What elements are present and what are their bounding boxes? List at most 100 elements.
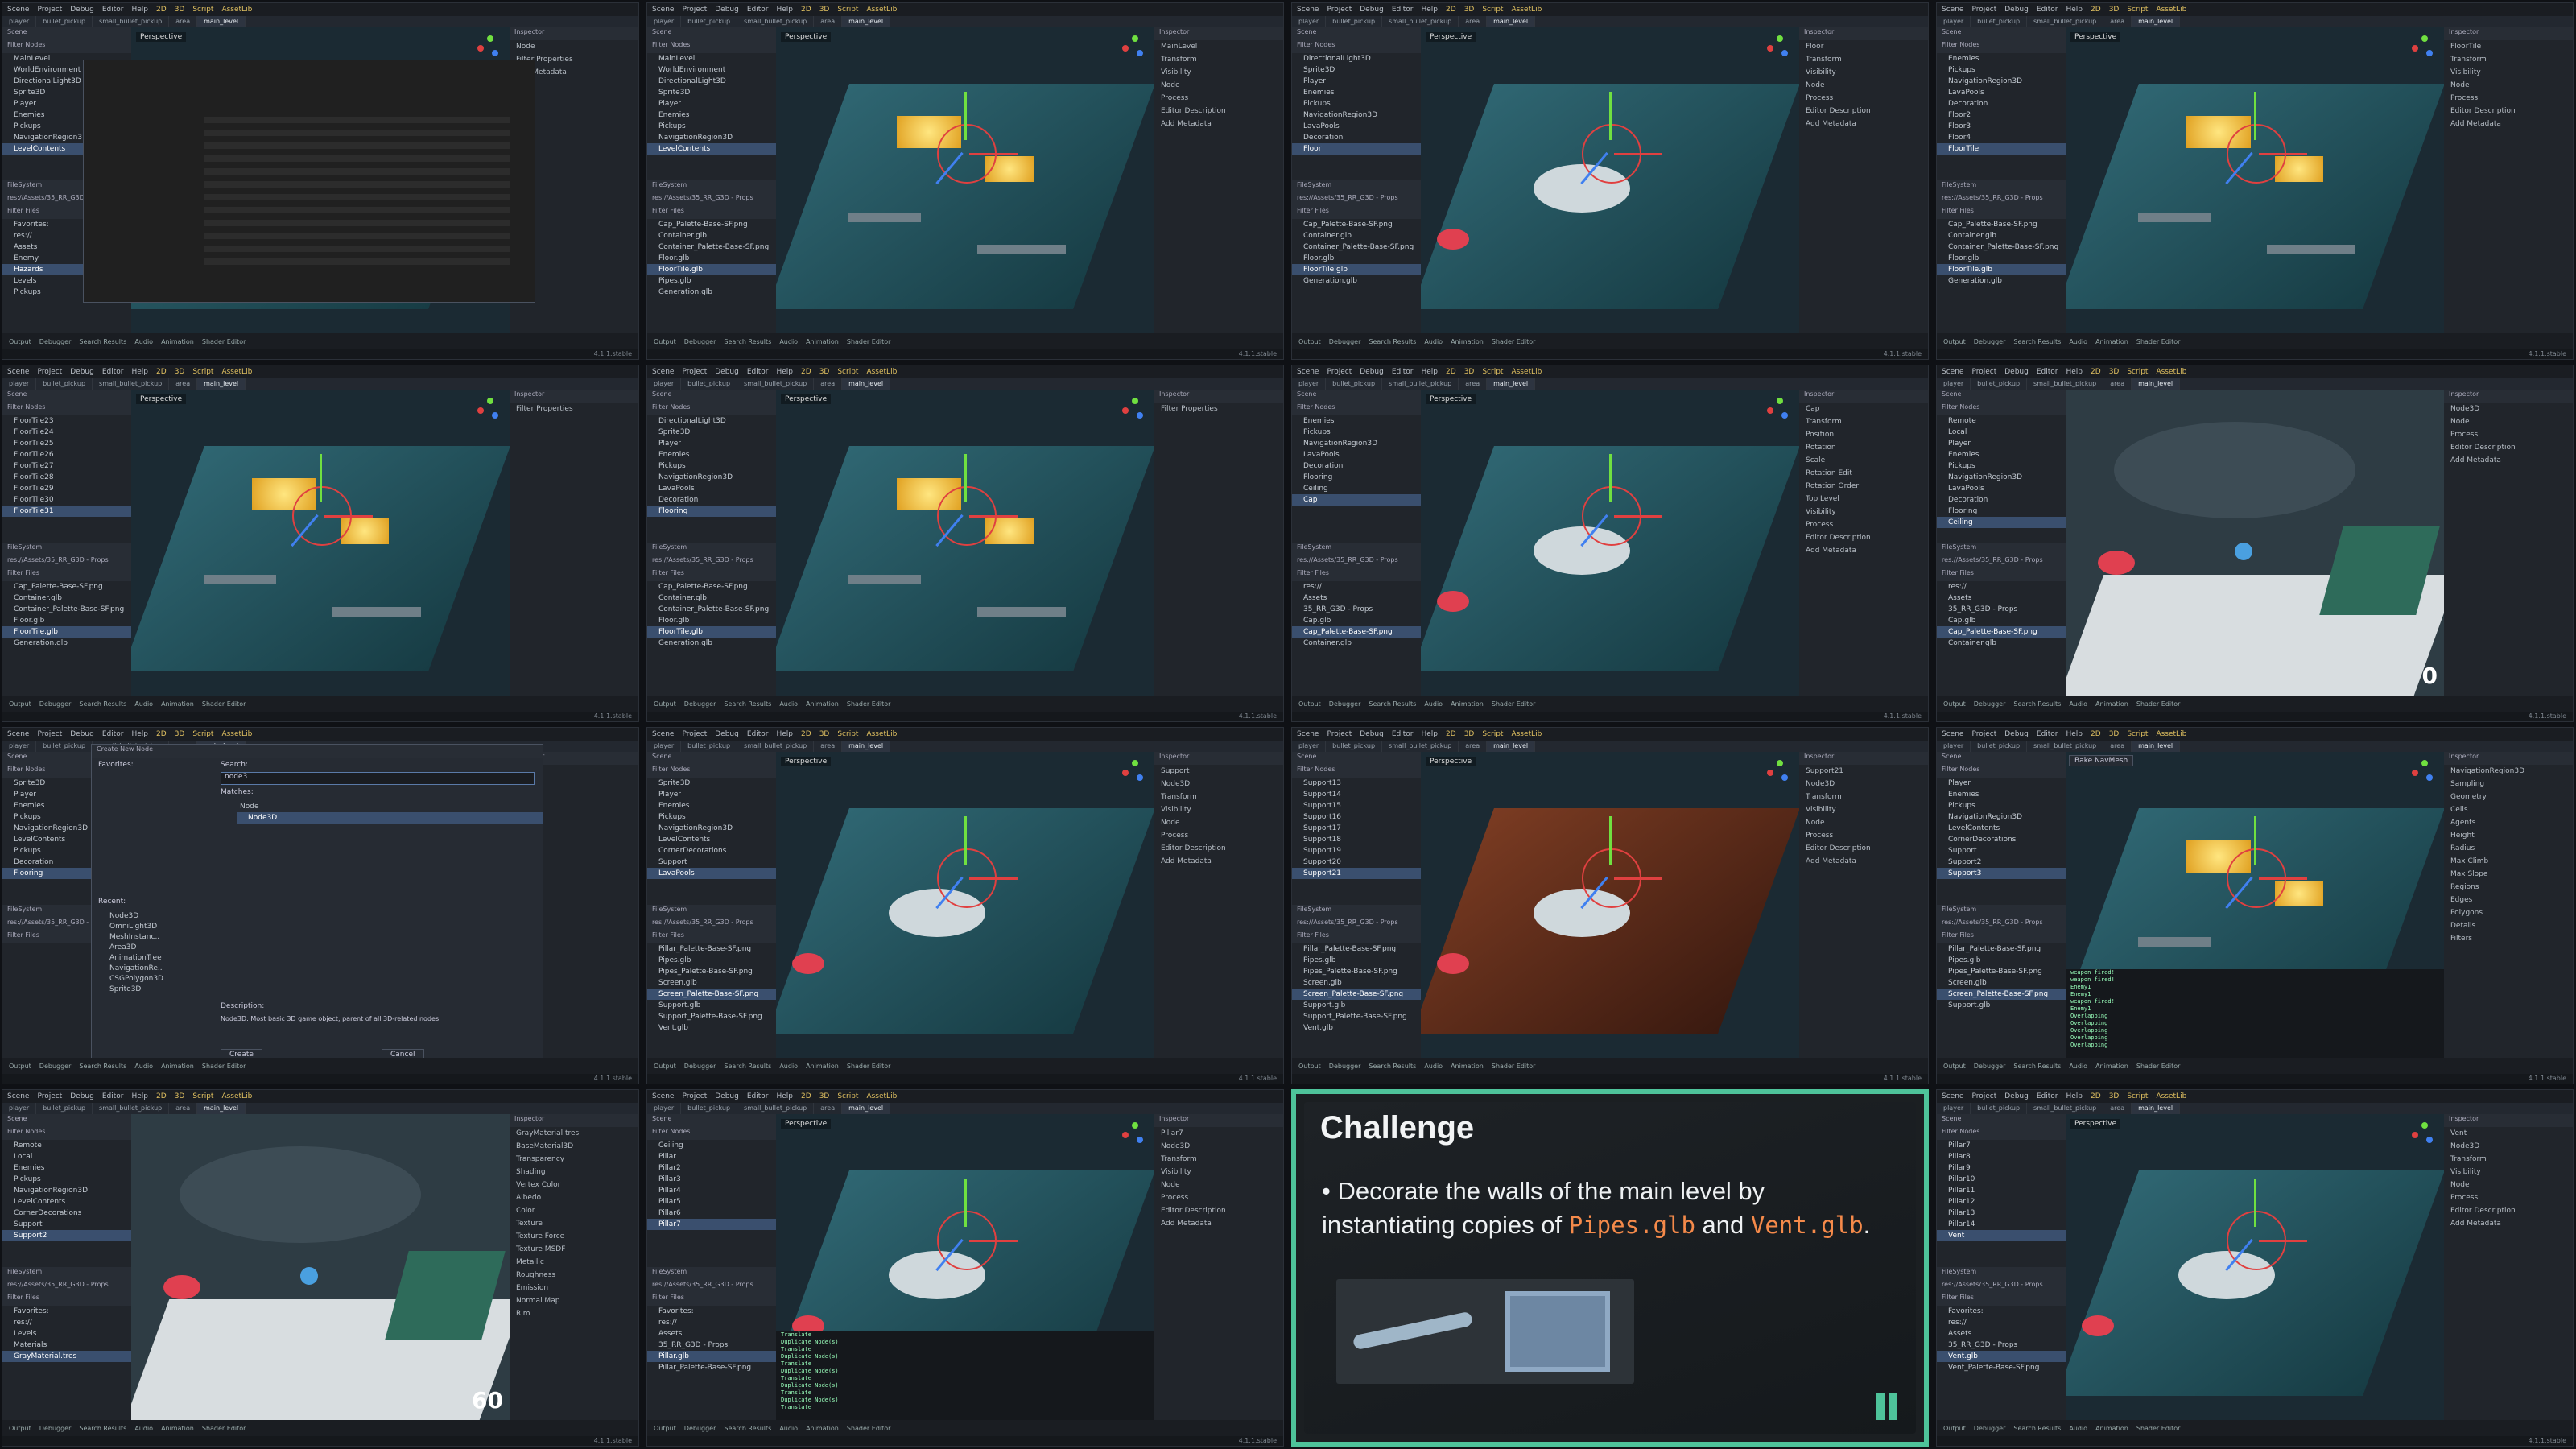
bottom-tab[interactable]: Debugger xyxy=(39,338,72,345)
bottom-tab[interactable]: Output xyxy=(1298,1063,1321,1070)
file-item[interactable]: Screen_Palette-Base-SF.png xyxy=(1937,989,2066,1000)
bake-navmesh-button[interactable]: Bake NavMesh xyxy=(2069,755,2134,766)
inspector-row[interactable]: Process xyxy=(1154,829,1283,842)
scene-tree-item[interactable]: MainLevel xyxy=(647,53,776,64)
bottom-tab[interactable]: Animation xyxy=(2095,1425,2128,1432)
scene-tree-item[interactable]: LavaPools xyxy=(1292,121,1421,132)
inspector-row[interactable]: Polygons xyxy=(2444,906,2573,919)
scene-tree-item[interactable]: FloorTile25 xyxy=(2,438,131,449)
recent-item[interactable]: OmniLight3D xyxy=(98,921,219,932)
menu-item[interactable]: Editor xyxy=(2037,1092,2058,1100)
inspector-row[interactable]: Top Level xyxy=(1799,493,1928,506)
inspector-row[interactable]: Floor xyxy=(1799,40,1928,53)
inspector-row[interactable]: Process xyxy=(2444,92,2573,105)
recent-item[interactable]: MeshInstanc.. xyxy=(98,931,219,943)
inspector-row[interactable]: Radius xyxy=(2444,842,2573,855)
scene-tab[interactable]: player xyxy=(1937,378,1971,390)
inspector-row[interactable]: Visibility xyxy=(1154,66,1283,79)
file-item[interactable]: Pillar.glb xyxy=(647,1351,776,1362)
scene-tree-item[interactable]: Support19 xyxy=(1292,845,1421,857)
file-row[interactable] xyxy=(204,246,510,252)
file-item[interactable]: res:// xyxy=(1937,1317,2066,1328)
scene-tab[interactable]: bullet_pickup xyxy=(681,378,738,390)
workspace-mode-button[interactable]: Script xyxy=(1482,6,1503,14)
menu-item[interactable]: Editor xyxy=(2037,6,2058,14)
scene-tree-item[interactable]: Pillar6 xyxy=(647,1208,776,1219)
inspector-row[interactable]: Texture Force xyxy=(510,1230,638,1243)
bottom-tab[interactable]: Output xyxy=(1943,700,1966,708)
scene-tab[interactable]: small_bullet_pickup xyxy=(1382,378,1459,390)
scene-tree-item[interactable]: Support2 xyxy=(1937,857,2066,868)
file-row[interactable] xyxy=(204,258,510,265)
scene-tab[interactable]: bullet_pickup xyxy=(1971,1103,2028,1114)
inspector-row[interactable]: Transform xyxy=(1154,1153,1283,1166)
file-row[interactable] xyxy=(204,194,510,200)
inspector-row[interactable]: Process xyxy=(1154,1191,1283,1204)
inspector-row[interactable]: Normal Map xyxy=(510,1294,638,1307)
scene-tab[interactable]: bullet_pickup xyxy=(681,1103,738,1114)
bottom-tab[interactable]: Debugger xyxy=(1329,1063,1361,1070)
scene-tree-item[interactable]: Remote xyxy=(1937,415,2066,427)
scene-tab[interactable]: player xyxy=(1292,378,1327,390)
bottom-tab[interactable]: Output xyxy=(9,1425,31,1432)
scene-tab[interactable]: area xyxy=(2103,741,2132,752)
menu-item[interactable]: Help xyxy=(132,6,149,14)
scene-tree-item[interactable]: NavigationRegion3D xyxy=(1937,472,2066,483)
inspector-row[interactable]: Editor Description xyxy=(1799,105,1928,118)
scene-tab[interactable]: main_level xyxy=(1487,378,1536,390)
inspector-row[interactable]: Editor Description xyxy=(2444,105,2573,118)
file-item[interactable]: res:// xyxy=(1937,581,2066,592)
workspace-mode-button[interactable]: Script xyxy=(2127,1092,2148,1100)
scene-tree-item[interactable]: Support xyxy=(1937,845,2066,857)
workspace-mode-button[interactable]: AssetLib xyxy=(221,368,252,376)
inspector-row[interactable]: Process xyxy=(1799,829,1928,842)
bottom-tab[interactable]: Audio xyxy=(779,700,798,708)
workspace-mode-button[interactable]: 3D xyxy=(819,368,830,376)
menu-item[interactable]: Help xyxy=(2066,6,2083,14)
bottom-tab[interactable]: Debugger xyxy=(1974,338,2006,345)
inspector-row[interactable]: Process xyxy=(2444,428,2573,441)
inspector-row[interactable]: MainLevel xyxy=(1154,40,1283,53)
menu-item[interactable]: Help xyxy=(1422,6,1439,14)
file-item[interactable]: Favorites: xyxy=(647,1306,776,1317)
inspector-row[interactable]: GrayMaterial.tres xyxy=(510,1127,638,1140)
scene-tree-item[interactable]: Pillar5 xyxy=(647,1196,776,1208)
scene-tab[interactable]: main_level xyxy=(842,741,891,752)
bottom-tab[interactable]: Debugger xyxy=(684,700,716,708)
scene-tree-item[interactable]: Pillar10 xyxy=(1937,1174,2066,1185)
file-item[interactable]: Vent.glb xyxy=(647,1022,776,1034)
menu-item[interactable]: Debug xyxy=(70,6,94,14)
scene-tab[interactable]: bullet_pickup xyxy=(1971,378,2028,390)
scene-tree-item[interactable]: LevelContents xyxy=(647,834,776,845)
inspector-row[interactable]: Roughness xyxy=(510,1269,638,1282)
file-item[interactable]: Pipes_Palette-Base-SF.png xyxy=(647,966,776,977)
perspective-menu[interactable]: Perspective xyxy=(1426,32,1476,42)
file-item[interactable]: Support.glb xyxy=(1292,1000,1421,1011)
workspace-mode-button[interactable]: 2D xyxy=(801,6,811,14)
scene-tree-item[interactable]: Pickups xyxy=(1292,427,1421,438)
bottom-tab[interactable]: Search Results xyxy=(724,1425,771,1432)
file-item[interactable]: Pillar_Palette-Base-SF.png xyxy=(647,943,776,955)
3d-viewport[interactable]: 60 xyxy=(131,1114,510,1420)
inspector-row[interactable]: Regions xyxy=(2444,881,2573,894)
menu-item[interactable]: Scene xyxy=(652,1092,674,1100)
scene-tab[interactable]: area xyxy=(1459,741,1488,752)
menu-item[interactable]: Debug xyxy=(715,6,739,14)
scene-tree-item[interactable]: FloorTile28 xyxy=(2,472,131,483)
file-item[interactable]: Cap_Palette-Base-SF.png xyxy=(1937,626,2066,638)
bottom-tab[interactable]: Output xyxy=(1298,338,1321,345)
workspace-mode-button[interactable]: 3D xyxy=(2109,730,2120,738)
menu-item[interactable]: Debug xyxy=(70,730,94,738)
scene-tree-item[interactable]: Pillar13 xyxy=(1937,1208,2066,1219)
perspective-menu[interactable]: Perspective xyxy=(781,757,832,766)
scene-tree-item[interactable]: FloorTile27 xyxy=(2,460,131,472)
scene-tree-item[interactable]: Decoration xyxy=(1292,132,1421,143)
inspector-row[interactable]: Process xyxy=(1154,92,1283,105)
menu-item[interactable]: Editor xyxy=(1392,368,1414,376)
scene-tree-item[interactable]: FloorTile23 xyxy=(2,415,131,427)
inspector-row[interactable]: Color xyxy=(510,1204,638,1217)
scene-tree-item[interactable]: Vent xyxy=(1937,1230,2066,1241)
bottom-tab[interactable]: Search Results xyxy=(1368,1063,1416,1070)
file-item[interactable]: Favorites: xyxy=(1937,1306,2066,1317)
menu-item[interactable]: Project xyxy=(37,1092,62,1100)
